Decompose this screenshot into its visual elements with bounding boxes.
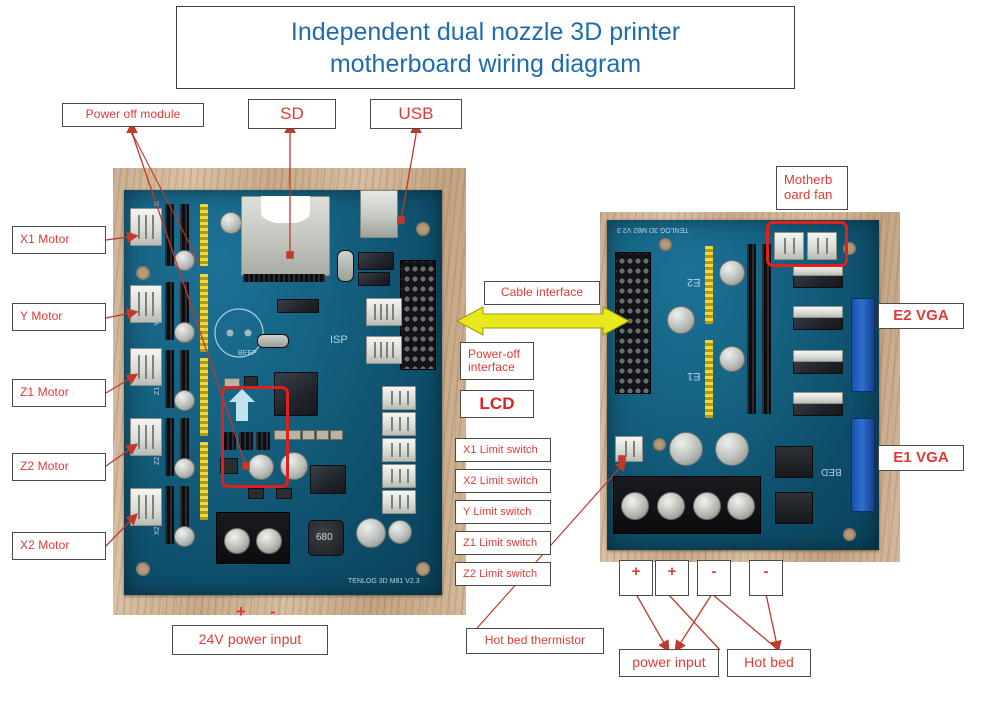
label-z1-motor: Z1 Motor xyxy=(12,379,106,407)
label-sd: SD xyxy=(248,99,336,129)
label-hot-bed-thermistor: Hot bed thermistor xyxy=(466,628,604,654)
label-cable-interface: Cable interface xyxy=(484,281,600,305)
label-z2-limit-switch: Z2 Limit switch xyxy=(455,562,551,586)
sd-card-slot xyxy=(241,196,330,276)
hot-bed-thermistor-connector xyxy=(615,436,643,462)
right-board-silkscreen: TENLOG 3D M82 V2.3 xyxy=(617,226,689,233)
label-y-limit-switch: Y Limit switch xyxy=(455,500,551,524)
cable-interface-arrow xyxy=(457,306,629,336)
label-e2-vga: E2 VGA xyxy=(878,303,964,329)
label-z1-limit-switch: Z1 Limit switch xyxy=(455,531,551,555)
page-title: Independent dual nozzle 3D printer mothe… xyxy=(176,6,795,89)
label-power-input: power input xyxy=(619,649,719,677)
left-motherboard-photo: X Y Z1 Z2 X2 BEEP ISP 680 TENLOG 3D M81 … xyxy=(113,168,466,615)
label-plus-left: + xyxy=(236,602,246,621)
power-off-interface-l2: interface xyxy=(468,360,515,374)
title-line-2: motherboard wiring diagram xyxy=(329,49,642,78)
label-sign-plus-2: + xyxy=(655,560,689,596)
label-e1-vga: E1 VGA xyxy=(878,445,964,471)
bed-silk: BED xyxy=(821,466,842,477)
cable-interface-connector xyxy=(400,260,436,370)
label-hot-bed: Hot bed xyxy=(727,649,811,677)
label-power-off-interface: Power-off interface xyxy=(460,342,534,380)
label-lcd: LCD xyxy=(460,390,534,418)
label-sign-minus-2: - xyxy=(749,560,783,596)
right-pcb: TENLOG 3D M82 V2.3 E2 E1 BED xyxy=(607,220,879,550)
beep-silk: BEEP xyxy=(238,350,257,357)
power-off-module-highlight xyxy=(221,386,289,488)
right-motherboard-photo: TENLOG 3D M82 V2.3 E2 E1 BED xyxy=(600,212,900,562)
label-24v-power-input: 24V power input xyxy=(172,625,328,655)
label-usb: USB xyxy=(370,99,462,129)
label-motherboard-fan: Motherb oard fan xyxy=(776,166,848,210)
label-x2-limit-switch: X2 Limit switch xyxy=(455,469,551,493)
label-power-off-module: Power off module xyxy=(62,103,204,127)
motherboard-fan-l1: Motherb xyxy=(784,172,833,188)
motherboard-fan-highlight xyxy=(766,221,848,267)
label-x1-motor: X1 Motor xyxy=(12,226,106,254)
title-line-1: Independent dual nozzle 3D printer xyxy=(290,17,681,46)
power-off-interface-l1: Power-off xyxy=(468,346,521,361)
usb-port xyxy=(360,190,398,238)
isp-silk: ISP xyxy=(330,334,348,346)
motherboard-fan-l2: oard fan xyxy=(784,187,833,202)
diagram-canvas: Independent dual nozzle 3D printer mothe… xyxy=(0,0,1000,725)
label-z2-motor: Z2 Motor xyxy=(12,453,106,481)
label-sign-plus-1: + xyxy=(619,560,653,596)
label-sign-minus-1: - xyxy=(697,560,731,596)
e1-silk: E1 xyxy=(687,370,701,382)
e1-vga-connector xyxy=(851,418,875,512)
label-minus-left: - xyxy=(270,602,276,621)
e2-vga-connector xyxy=(851,298,875,392)
e2-silk: E2 xyxy=(687,276,701,288)
label-x1-limit-switch: X1 Limit switch xyxy=(455,438,551,462)
inductor-silk: 680 xyxy=(316,532,333,543)
left-board-silkscreen: TENLOG 3D M81 V2.3 xyxy=(348,578,420,585)
label-x2-motor: X2 Motor xyxy=(12,532,106,560)
label-y-motor: Y Motor xyxy=(12,303,106,331)
